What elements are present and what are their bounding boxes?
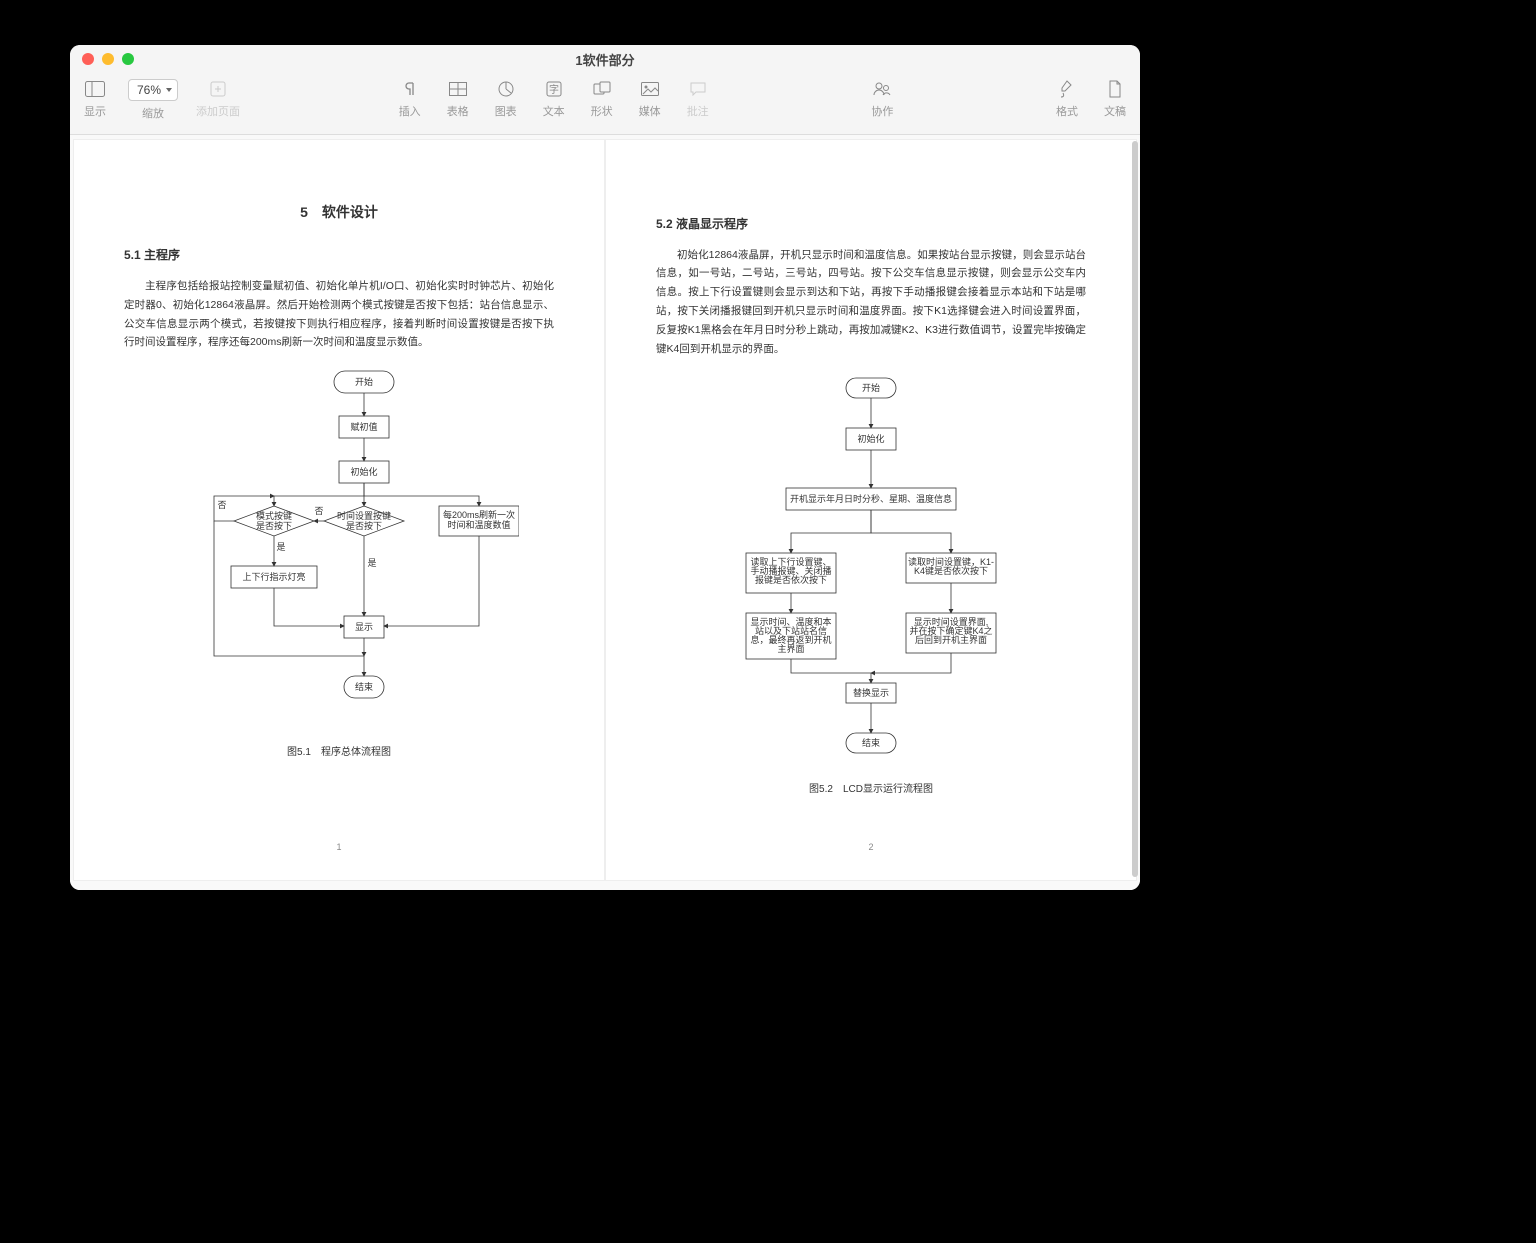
brush-icon (1060, 79, 1074, 99)
figure-caption: 图5.2 LCD显示运行流程图 (656, 781, 1086, 799)
plus-icon (210, 79, 226, 99)
toolbar-label: 图表 (495, 103, 517, 119)
chapter-heading: 5 软件设计 (124, 200, 554, 225)
svg-text:初始化: 初始化 (857, 433, 884, 444)
sidebar-icon (85, 79, 105, 99)
section-heading: 5.1 主程序 (124, 245, 554, 267)
toolbar-label: 协作 (871, 103, 893, 119)
section-heading: 5.2 液晶显示程序 (656, 214, 1086, 236)
svg-text:显示时间设置界面,并在按下确定键K4之后回到开机主界面: 显示时间设置界面,并在按下确定键K4之后回到开机主界面 (909, 616, 992, 645)
collab-button[interactable]: 协作 (867, 79, 897, 119)
insert-button[interactable]: 插入 (395, 79, 425, 119)
body-text: 初始化12864液晶屏，开机只显示时间和温度信息。如果按站台显示按键，则会显示站… (656, 246, 1086, 359)
toolbar-label: 插入 (399, 103, 421, 119)
flowchart-1: 开始 赋初值 初始化 模式按键是否按下 时间设置按键是否按下 每200ms刷新一… (124, 366, 554, 736)
toolbar-label: 文稿 (1104, 103, 1126, 119)
shape-button[interactable]: 形状 (587, 79, 617, 119)
svg-text:上下行指示灯亮: 上下行指示灯亮 (242, 571, 305, 582)
media-icon (641, 79, 659, 99)
svg-text:赋初值: 赋初值 (350, 421, 377, 432)
app-window: 1软件部分 显示 76% 缩放 添加页面 (70, 45, 1140, 890)
page-number: 1 (74, 839, 604, 855)
view-button[interactable]: 显示 (80, 79, 110, 121)
table-button[interactable]: 表格 (443, 79, 473, 119)
shape-icon (593, 79, 611, 99)
svg-text:读取时间设置键，K1-K4键是否依次按下: 读取时间设置键，K1-K4键是否依次按下 (908, 556, 994, 576)
page-number: 2 (606, 839, 1136, 855)
svg-text:字: 字 (549, 83, 559, 96)
page-2[interactable]: 5.2 液晶显示程序 初始化12864液晶屏，开机只显示时间和温度信息。如果按站… (606, 140, 1136, 880)
format-button[interactable]: 格式 (1052, 79, 1082, 119)
media-button[interactable]: 媒体 (635, 79, 665, 119)
svg-text:每200ms刷新一次时间和温度数值: 每200ms刷新一次时间和温度数值 (443, 509, 515, 530)
body-text: 主程序包括给报站控制变量赋初值、初始化单片机I/O口、初始化实时时钟芯片、初始化… (124, 277, 554, 353)
svg-text:替换显示: 替换显示 (853, 687, 889, 698)
toolbar-label: 文本 (543, 103, 565, 119)
text-button[interactable]: 字 文本 (539, 79, 569, 119)
svg-text:模式按键是否按下: 模式按键是否按下 (256, 510, 292, 531)
svg-text:开始: 开始 (355, 376, 373, 387)
collab-icon (873, 79, 891, 99)
toolbar-label: 形状 (591, 103, 613, 119)
document-button[interactable]: 文稿 (1100, 79, 1130, 119)
comment-button[interactable]: 批注 (683, 79, 713, 119)
zoom-control[interactable]: 76% 缩放 (128, 79, 178, 121)
svg-text:是: 是 (367, 558, 376, 568)
page-1[interactable]: 5 软件设计 5.1 主程序 主程序包括给报站控制变量赋初值、初始化单片机I/O… (74, 140, 604, 880)
svg-text:开始: 开始 (862, 382, 880, 393)
toolbar-label: 缩放 (142, 105, 164, 121)
svg-text:结束: 结束 (355, 681, 373, 692)
toolbar-label: 添加页面 (196, 103, 240, 119)
document-icon (1108, 79, 1122, 99)
text-icon: 字 (546, 79, 562, 99)
table-icon (449, 79, 467, 99)
toolbar: 显示 76% 缩放 添加页面 插入 表格 (70, 73, 1140, 135)
toolbar-label: 媒体 (639, 103, 661, 119)
chart-icon (498, 79, 514, 99)
toolbar-label: 批注 (687, 103, 709, 119)
figure-caption: 图5.1 程序总体流程图 (124, 744, 554, 762)
scrollbar[interactable] (1132, 141, 1138, 877)
svg-text:是: 是 (276, 542, 285, 552)
svg-text:否: 否 (314, 506, 323, 516)
svg-text:初始化: 初始化 (350, 466, 377, 477)
svg-text:开机显示年月日时分秒、星期、温度信息: 开机显示年月日时分秒、星期、温度信息 (790, 493, 952, 504)
svg-text:显示: 显示 (355, 622, 373, 632)
document-view[interactable]: 5 软件设计 5.1 主程序 主程序包括给报站控制变量赋初值、初始化单片机I/O… (70, 135, 1140, 890)
toolbar-label: 显示 (84, 103, 106, 119)
chart-button[interactable]: 图表 (491, 79, 521, 119)
svg-text:否: 否 (217, 500, 226, 510)
titlebar[interactable]: 1软件部分 (70, 45, 1140, 73)
toolbar-label: 格式 (1056, 103, 1078, 119)
paragraph-icon (403, 79, 417, 99)
toolbar-label: 表格 (447, 103, 469, 119)
add-page-button[interactable]: 添加页面 (196, 79, 240, 121)
zoom-select[interactable]: 76% (128, 79, 178, 101)
flowchart-2: 开始 初始化 开机显示年月日时分秒、星期、温度信息 读取上下行设置键、手动播报键… (656, 373, 1086, 773)
svg-text:结束: 结束 (862, 737, 880, 748)
svg-text:读取上下行设置键、手动播报键、关闭播报键是否依次按下: 读取上下行设置键、手动播报键、关闭播报键是否依次按下 (750, 556, 831, 585)
comment-icon (690, 79, 706, 99)
window-title: 1软件部分 (70, 50, 1140, 69)
